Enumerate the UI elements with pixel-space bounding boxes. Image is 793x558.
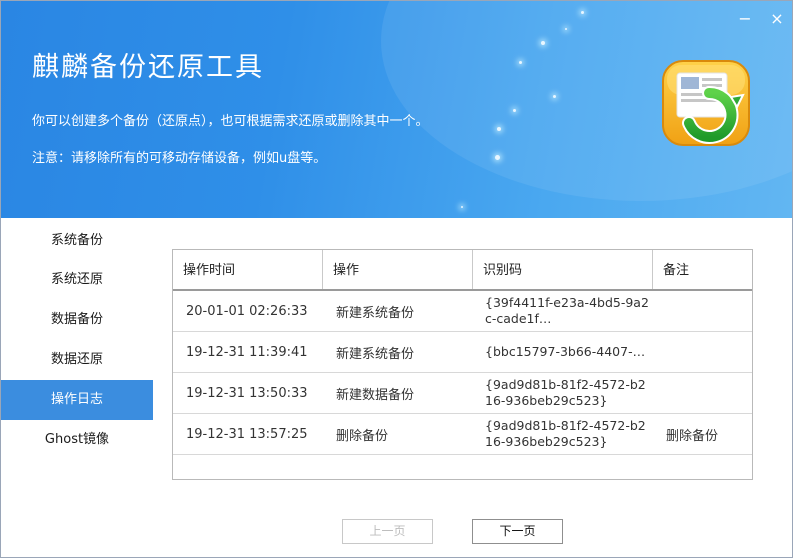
cell-time: 20-01-01 02:26:33 <box>186 303 308 319</box>
decor-star <box>581 11 584 14</box>
cell-time: 19-12-31 11:39:41 <box>186 344 308 360</box>
cell-action: 删除备份 <box>336 428 389 444</box>
table-row[interactable]: 20-01-01 02:26:33 新建系统备份 {39f4411f-e23a-… <box>173 291 752 332</box>
column-header-action[interactable]: 操作 <box>323 250 473 289</box>
decor-star <box>495 155 500 160</box>
backup-restore-logo-icon <box>661 57 753 149</box>
decor-star <box>565 28 567 30</box>
sidebar-item-data-backup[interactable]: 数据备份 <box>1 300 153 340</box>
cell-id-text: {9ad9d81b-81f2-4572-b216-936beb29c523} <box>485 418 646 449</box>
cell-time: 19-12-31 13:50:33 <box>186 385 308 401</box>
column-header-note[interactable]: 备注 <box>653 250 752 289</box>
sidebar-item-data-restore[interactable]: 数据还原 <box>1 340 153 380</box>
column-header-time[interactable]: 操作时间 <box>173 250 323 289</box>
decor-star <box>461 206 463 208</box>
decor-star <box>553 95 556 98</box>
cell-time: 19-12-31 13:57:25 <box>186 426 308 442</box>
close-button[interactable]: × <box>767 9 787 29</box>
operation-log-table: 操作时间 操作 识别码 备注 20-01-01 02:26:33 新建系统备份 … <box>172 249 753 480</box>
previous-page-button[interactable]: 上一页 <box>342 519 433 544</box>
table-row[interactable]: 19-12-31 13:57:25 删除备份 {9ad9d81b-81f2-45… <box>173 414 752 455</box>
sidebar-item-ghost-image[interactable]: Ghost镜像 <box>1 420 153 460</box>
next-page-button[interactable]: 下一页 <box>472 519 563 544</box>
decor-star <box>513 109 516 112</box>
cell-id: {bbc15797-3b66-4407-… <box>473 332 653 372</box>
sidebar-item-system-backup[interactable]: 系统备份 <box>1 219 153 260</box>
cell-id: {9ad9d81b-81f2-4572-b216-936beb29c523} <box>473 373 653 413</box>
table-row[interactable]: 19-12-31 13:50:33 新建数据备份 {9ad9d81b-81f2-… <box>173 373 752 414</box>
cell-note: 删除备份 <box>666 428 719 444</box>
cell-action: 新建数据备份 <box>336 387 415 403</box>
app-window: − × 麒麟备份还原工具 你可以创建多个备份（还原点），也可根据需求还原或删除其… <box>0 0 793 558</box>
cell-action: 新建系统备份 <box>336 305 415 321</box>
warning-text: 注意：请移除所有的可移动存储设备，例如u盘等。 <box>32 151 327 166</box>
column-header-id[interactable]: 识别码 <box>473 250 653 289</box>
description-text: 你可以创建多个备份（还原点），也可根据需求还原或删除其中一个。 <box>32 114 429 129</box>
decor-star <box>497 127 501 131</box>
header-banner: − × 麒麟备份还原工具 你可以创建多个备份（还原点），也可根据需求还原或删除其… <box>1 1 792 218</box>
table-header-row: 操作时间 操作 识别码 备注 <box>173 250 752 291</box>
sidebar-nav: 系统备份 系统还原 数据备份 数据还原 操作日志 Ghost镜像 <box>1 219 153 460</box>
cell-note <box>653 291 752 331</box>
cell-id-text: {39f4411f-e23a-4bd5-9a2c-cade1f… <box>485 295 649 326</box>
decor-star <box>541 41 545 45</box>
cell-id-text: {9ad9d81b-81f2-4572-b216-936beb29c523} <box>485 377 646 408</box>
cell-note <box>653 373 752 413</box>
sidebar-item-operation-log[interactable]: 操作日志 <box>1 380 153 420</box>
table-row[interactable]: 19-12-31 11:39:41 新建系统备份 {bbc15797-3b66-… <box>173 332 752 373</box>
app-title: 麒麟备份还原工具 <box>32 52 264 83</box>
cell-note <box>653 332 752 372</box>
sidebar-item-system-restore[interactable]: 系统还原 <box>1 260 153 300</box>
cell-action: 新建系统备份 <box>336 346 415 362</box>
cell-id: {9ad9d81b-81f2-4572-b216-936beb29c523} <box>473 414 653 454</box>
cell-id: {39f4411f-e23a-4bd5-9a2c-cade1f… <box>473 291 653 331</box>
cell-id-text: {bbc15797-3b66-4407-… <box>485 344 646 359</box>
minimize-button[interactable]: − <box>735 9 755 29</box>
decor-star <box>519 61 522 64</box>
